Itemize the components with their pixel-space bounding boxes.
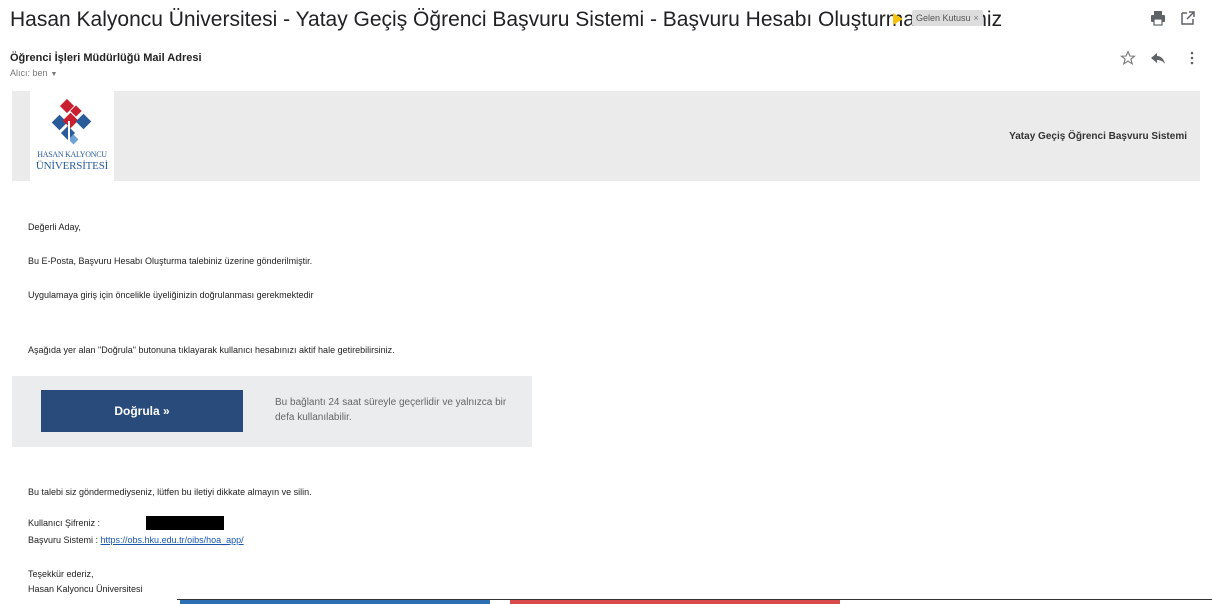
- password-label: Kullanıcı Şifreniz :: [28, 518, 101, 528]
- recipient-text: Alıcı: ben: [10, 68, 48, 78]
- reply-icon[interactable]: [1150, 50, 1166, 66]
- banner-title: Yatay Geçiş Öğrenci Başvuru Sistemi: [1009, 131, 1187, 142]
- inbox-label-chip[interactable]: Gelen Kutusu ×: [912, 10, 983, 26]
- footer-decoration: [180, 600, 880, 604]
- verify-note: Bu bağlantı 24 saat süreyle geçerlidir v…: [275, 397, 507, 423]
- body-line-1: Bu E-Posta, Başvuru Hesabı Oluşturma tal…: [28, 256, 313, 266]
- footer-red-bar: [510, 600, 840, 604]
- redacted-password: [146, 516, 224, 530]
- open-in-new-window-icon[interactable]: [1180, 10, 1196, 26]
- system-label: Başvuru Sistemi :: [28, 535, 101, 545]
- importance-marker-icon[interactable]: [893, 13, 903, 25]
- remove-label-icon[interactable]: ×: [974, 13, 979, 23]
- thanks: Teşekkür ederiz,: [28, 569, 94, 579]
- footer-blue-bar: [180, 600, 490, 604]
- greeting: Değerli Aday,: [28, 222, 81, 232]
- sender-name: Öğrenci İşleri Müdürlüğü Mail Adresi: [10, 52, 202, 64]
- system-line: Başvuru Sistemi : https://obs.hku.edu.tr…: [28, 535, 244, 545]
- system-link[interactable]: https://obs.hku.edu.tr/oibs/hoa_app/: [101, 535, 244, 545]
- university-logo: HASAN KALYONCU ÜNİVERSİTESİ: [30, 91, 114, 181]
- email-subject: Hasan Kalyoncu Üniversitesi - Yatay Geçi…: [10, 8, 1003, 31]
- ignore-note: Bu talebi siz göndermediyseniz, lütfen b…: [28, 487, 312, 497]
- inbox-label-text: Gelen Kutusu: [916, 13, 971, 23]
- more-options-icon[interactable]: [1188, 50, 1196, 66]
- logo-text-bottom: ÜNİVERSİTESİ: [35, 160, 109, 172]
- body-line-3: Aşağıda yer alan "Doğrula" butonuna tıkl…: [28, 345, 395, 355]
- logo-text-top: HASAN KALYONCU: [37, 150, 107, 159]
- star-icon[interactable]: [1120, 50, 1136, 66]
- verify-button[interactable]: Doğrula »: [41, 390, 243, 432]
- recipient-line[interactable]: Alıcı: ben ▼: [10, 68, 57, 78]
- university-logo-mark: [51, 99, 92, 145]
- print-icon[interactable]: [1150, 10, 1166, 26]
- body-line-2: Uygulamaya giriş için öncelikle üyeliğin…: [28, 290, 314, 300]
- verify-panel: Doğrula » Bu bağlantı 24 saat süreyle ge…: [12, 376, 532, 447]
- recipient-details-caret-icon[interactable]: ▼: [51, 71, 58, 78]
- email-banner: HASAN KALYONCU ÜNİVERSİTESİ Yatay Geçiş …: [12, 91, 1200, 181]
- signature: Hasan Kalyoncu Üniversitesi: [28, 584, 143, 594]
